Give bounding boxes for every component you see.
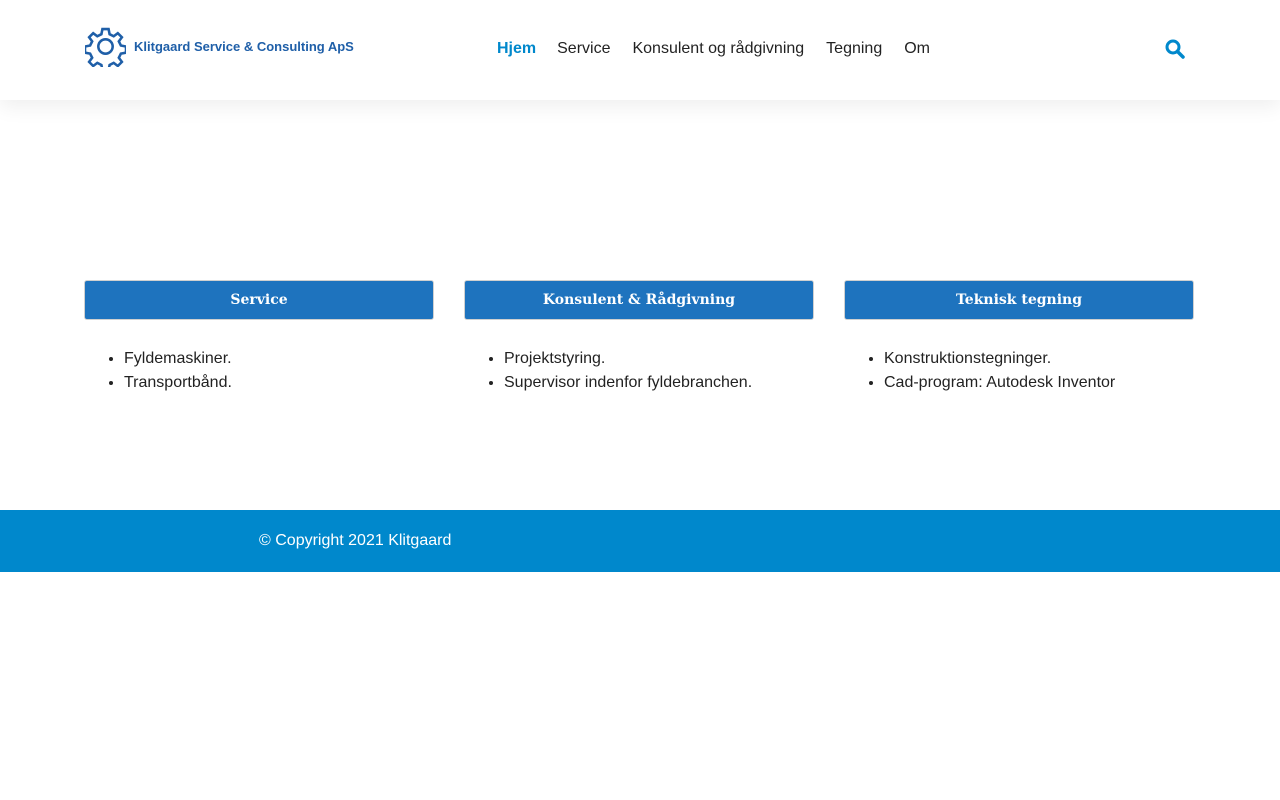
list-item: Projektstyring. (504, 347, 814, 371)
konsulent-list: Projektstyring.Supervisor indenfor fylde… (464, 347, 814, 395)
tegning-button[interactable]: Teknisk tegning (844, 280, 1194, 320)
nav-tegning[interactable]: Tegning (826, 40, 882, 58)
site-footer: © Copyright 2021 Klitgaard (0, 510, 1280, 572)
service-list: Fyldemaskiner.Transportbånd. (84, 347, 434, 395)
service-column: Service Fyldemaskiner.Transportbånd. (84, 280, 434, 395)
list-item: Fyldemaskiner. (124, 347, 434, 371)
tegning-column: Teknisk tegning Konstruktionstegninger.C… (844, 280, 1194, 395)
list-item: Transportbånd. (124, 371, 434, 395)
copyright: © Copyright 2021 Klitgaard (259, 532, 452, 549)
nav-konsulent[interactable]: Konsulent og rådgivning (632, 40, 804, 58)
search-button[interactable] (1165, 39, 1185, 64)
gear-icon (85, 27, 126, 67)
list-item: Cad-program: Autodesk Inventor (884, 371, 1194, 395)
list-item: Supervisor indenfor fyldebranchen. (504, 371, 814, 395)
logo[interactable]: Klitgaard Service & Consulting ApS (85, 26, 354, 67)
main-nav: Hjem Service Konsulent og rådgivning Teg… (497, 40, 952, 58)
search-icon (1165, 39, 1185, 59)
nav-om[interactable]: Om (904, 40, 930, 58)
konsulent-button[interactable]: Konsulent & Rådgivning (464, 280, 814, 320)
service-button[interactable]: Service (84, 280, 434, 320)
konsulent-column: Konsulent & Rådgivning Projektstyring.Su… (464, 280, 814, 395)
logo-text: Klitgaard Service & Consulting ApS (134, 39, 354, 54)
nav-hjem[interactable]: Hjem (497, 40, 536, 58)
site-header: Klitgaard Service & Consulting ApS Hjem … (0, 0, 1280, 100)
tegning-list: Konstruktionstegninger.Cad-program: Auto… (844, 347, 1194, 395)
list-item: Konstruktionstegninger. (884, 347, 1194, 371)
nav-service[interactable]: Service (557, 40, 610, 58)
